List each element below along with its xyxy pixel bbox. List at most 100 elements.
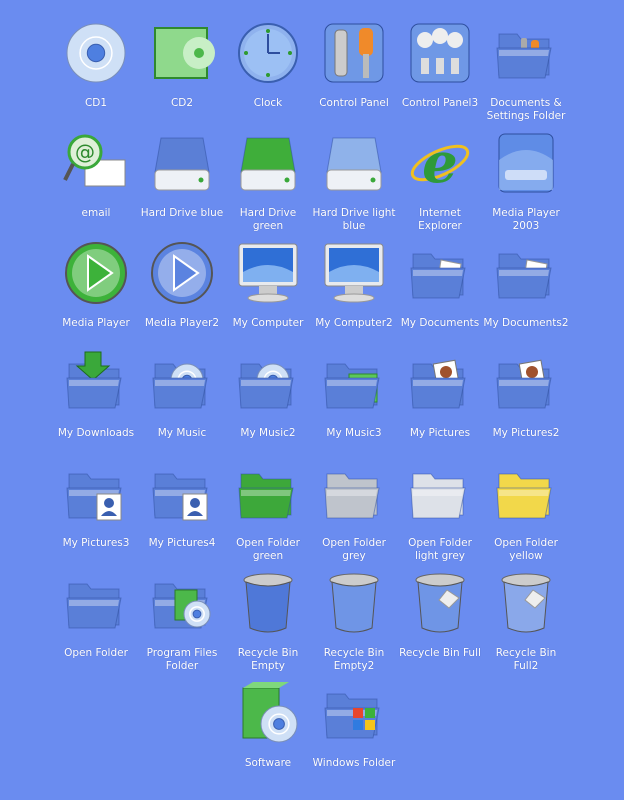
desktop-icon-documents-settings-folder[interactable]: Documents & Settings Folder [483,20,569,130]
icon-label: My Pictures4 [148,537,216,549]
folder-icon [496,359,552,409]
folder-icon [152,473,208,521]
folder-icon [496,33,552,79]
icon-label: Recycle Bin Full2 [495,647,557,672]
desktop-icon-my-documents[interactable]: My Documents [397,240,483,350]
desktop-icon-software[interactable]: Software [225,680,311,790]
desktop-icon-my-computer[interactable]: My Computer [225,240,311,350]
mail-icon: @ [63,134,126,187]
icon-label: Open Folder yellow [494,537,558,562]
desktop-icon-media-player2[interactable]: Media Player2 [139,240,225,350]
icon-label: CD2 [170,97,194,109]
monitor-icon [238,243,298,303]
icon-label: Hard Drive light blue [312,207,396,232]
desktop-icon-recycle-bin-full[interactable]: Recycle Bin Full [397,570,483,680]
desktop-icon-control-panel[interactable]: Control Panel [311,20,397,130]
play-icon [65,242,127,304]
clock-icon [238,23,298,83]
desktop-icon-my-pictures4[interactable]: My Pictures4 [139,460,225,570]
cd-icon [66,23,126,83]
folder-icon [152,583,211,629]
icon-label: Media Player 2003 [492,207,560,232]
drive-icon [326,137,382,191]
desktop-icon-my-pictures3[interactable]: My Pictures3 [53,460,139,570]
folder-icon [324,693,380,739]
icon-label: Recycle Bin Empty [237,647,299,672]
desktop-icon-my-pictures2[interactable]: My Pictures2 [483,350,569,460]
cdcase-icon [154,27,215,79]
desktop-icon-recycle-bin-full2[interactable]: Recycle Bin Full2 [483,570,569,680]
desktop-icon-clock[interactable]: Clock [225,20,311,130]
desktop-icon-media-player[interactable]: Media Player [53,240,139,350]
desktop-icon-my-documents2[interactable]: My Documents2 [483,240,569,350]
box-icon [242,682,298,743]
icon-label: Control Panel3 [401,97,479,109]
desktop-icon-program-files-folder[interactable]: Program Files Folder [139,570,225,680]
icon-label: My Pictures3 [62,537,130,549]
desktop-icon-cd1[interactable]: CD1 [53,20,139,130]
ie-icon: e [410,130,470,196]
icon-label: email [81,207,111,219]
icon-label: Open Folder [64,647,128,659]
icon-label: Recycle Bin Full [399,647,481,659]
desktop-icon-email[interactable]: @ email [53,130,139,240]
folder-icon [324,363,380,409]
folder-icon [238,473,294,519]
monitor-icon [324,243,384,303]
panel-icon [410,23,470,83]
desktop-icon-my-music3[interactable]: My Music3 [311,350,397,460]
desktop-icon-open-folder-yellow[interactable]: Open Folder yellow [483,460,569,570]
desktop-icon-control-panel3[interactable]: Control Panel3 [397,20,483,130]
desktop-icon-my-pictures[interactable]: My Pictures [397,350,483,460]
desktop-icon-my-computer2[interactable]: My Computer2 [311,240,397,350]
desktop-icon-recycle-bin-empty[interactable]: Recycle Bin Empty [225,570,311,680]
icon-label: My Music [157,427,207,439]
desktop-icon-windows-folder[interactable]: Windows Folder [311,680,397,790]
desktop-icon-internet-explorer[interactable]: e Internet Explorer [397,130,483,240]
folder-icon [238,363,294,409]
folder-icon [410,253,466,299]
desktop-icon-recycle-bin-empty2[interactable]: Recycle Bin Empty2 [311,570,397,680]
svg-text:@: @ [75,140,95,164]
icon-label: Recycle Bin Empty2 [323,647,385,672]
desktop-icon-open-folder-light-grey[interactable]: Open Folder light grey [397,460,483,570]
icon-label: Media Player2 [144,317,220,329]
desktop-icon-my-music2[interactable]: My Music2 [225,350,311,460]
icon-label: My Music3 [326,427,382,439]
folder-icon [496,473,552,519]
desktop-icon-my-downloads[interactable]: My Downloads [53,350,139,460]
icon-label: Windows Folder [312,757,396,769]
folder-icon [152,363,208,409]
desktop-icon-my-music[interactable]: My Music [139,350,225,460]
icon-label: Program Files Folder [146,647,218,672]
play-icon [151,242,213,304]
icon-label: My Documents2 [483,317,569,329]
icon-label: Hard Drive blue [140,207,224,219]
icon-label: My Documents [400,317,480,329]
icon-label: My Downloads [57,427,135,439]
desktop-icon-hard-drive-light-blue[interactable]: Hard Drive light blue [311,130,397,240]
tools-icon [324,23,384,83]
desktop-icon-open-folder[interactable]: Open Folder [53,570,139,680]
icon-label: CD1 [84,97,108,109]
svg-text:e: e [422,130,458,196]
folder-icon [410,473,466,519]
media-icon [498,133,554,193]
icon-label: My Pictures2 [492,427,560,439]
folder-icon [66,473,122,521]
desktop-icon-open-folder-grey[interactable]: Open Folder grey [311,460,397,570]
icon-label: My Computer2 [315,317,393,329]
icon-label: Internet Explorer [418,207,462,232]
icon-label: Open Folder light grey [408,537,472,562]
desktop-icon-media-player-2003[interactable]: Media Player 2003 [483,130,569,240]
icon-label: Open Folder grey [322,537,386,562]
desktop-icon-hard-drive-blue[interactable]: Hard Drive blue [139,130,225,240]
folder-icon [66,583,122,629]
icon-label: Documents & Settings Folder [486,97,566,122]
desktop-icon-open-folder-green[interactable]: Open Folder green [225,460,311,570]
desktop-icon-hard-drive-green[interactable]: Hard Drive green [225,130,311,240]
icon-label: My Pictures [409,427,471,439]
icon-label: Media Player [62,317,130,329]
bin-icon [243,573,293,633]
desktop-icon-cd2[interactable]: CD2 [139,20,225,130]
